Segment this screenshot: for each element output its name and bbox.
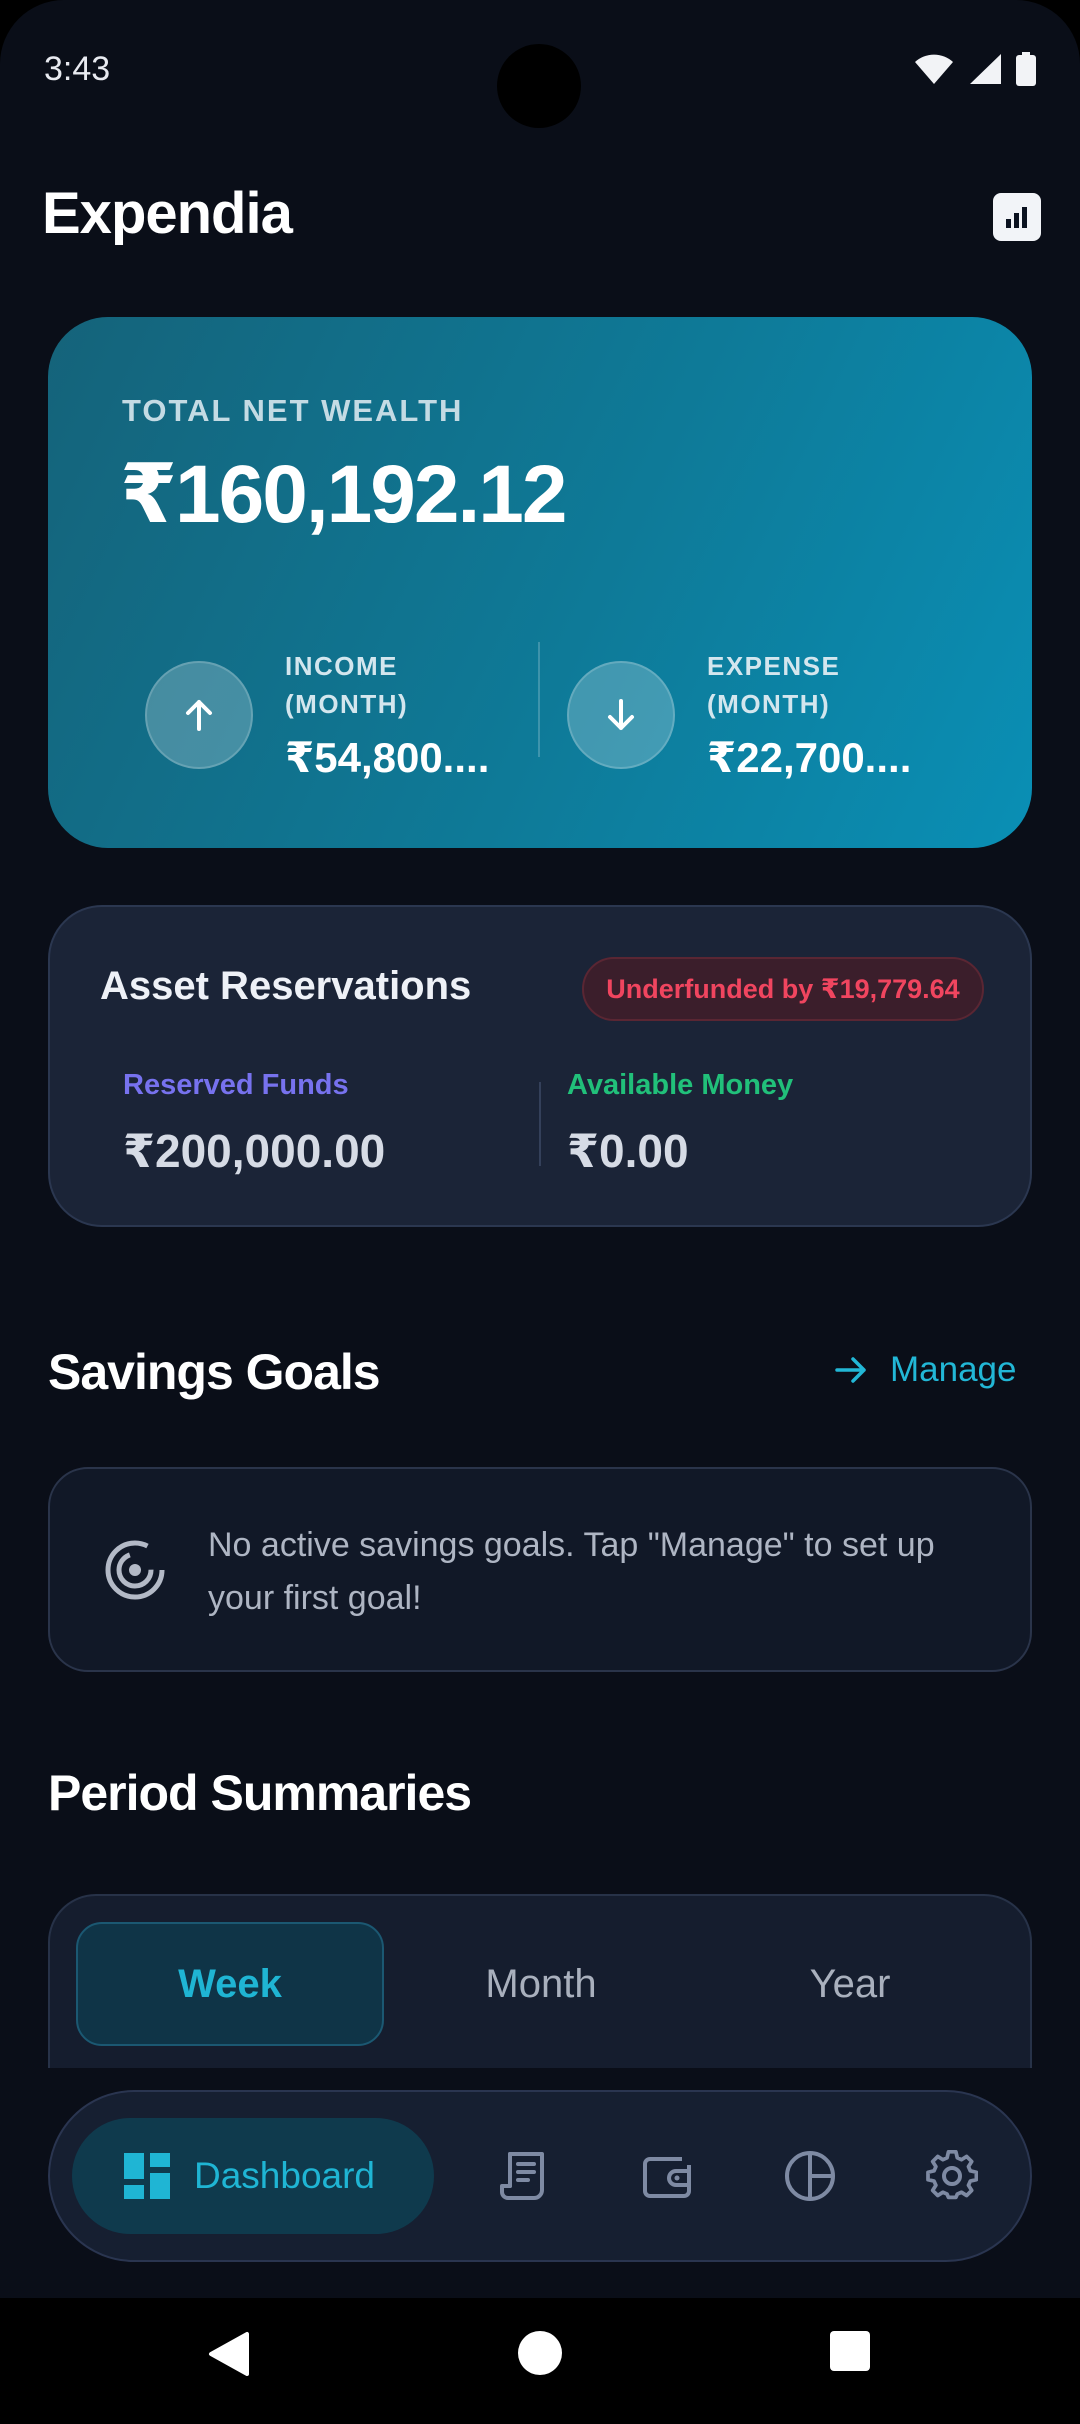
arrow-up-icon bbox=[186, 699, 212, 731]
net-wealth-card: TOTAL NET WEALTH ₹160,192.12 INCOME (MON… bbox=[48, 317, 1032, 848]
expense-badge bbox=[567, 660, 675, 769]
manage-label: Manage bbox=[890, 1350, 1017, 1389]
nav-reports[interactable] bbox=[772, 2138, 848, 2214]
reserved-funds: Reserved Funds ₹200,000.00 bbox=[123, 1069, 385, 1178]
reserved-funds-label: Reserved Funds bbox=[123, 1069, 349, 1101]
camera-cutout bbox=[497, 44, 581, 128]
savings-goals-title: Savings Goals bbox=[48, 1344, 381, 1400]
receipt-icon bbox=[500, 2152, 544, 2200]
settings-icon bbox=[926, 2150, 978, 2200]
recents-icon[interactable] bbox=[829, 2330, 871, 2372]
nav-dashboard[interactable]: Dashboard bbox=[72, 2118, 434, 2234]
nav-transactions[interactable] bbox=[486, 2138, 562, 2214]
underfunded-badge: Underfunded by ₹19,779.64 bbox=[582, 957, 984, 1021]
status-time: 3:43 bbox=[44, 50, 111, 88]
savings-goals-empty-state: No active savings goals. Tap "Manage" to… bbox=[48, 1467, 1032, 1672]
available-money-value: ₹0.00 bbox=[567, 1125, 689, 1177]
wealth-divider bbox=[538, 642, 540, 757]
nav-settings[interactable] bbox=[914, 2138, 990, 2214]
net-wealth-value: ₹160,192.12 bbox=[120, 449, 567, 540]
net-wealth-label: TOTAL NET WEALTH bbox=[122, 393, 464, 428]
available-money-label: Available Money bbox=[567, 1069, 794, 1101]
income-badge bbox=[145, 660, 253, 769]
back-icon[interactable] bbox=[207, 2330, 251, 2378]
asset-divider bbox=[539, 1082, 541, 1166]
dashboard-icon bbox=[124, 2153, 170, 2199]
target-icon bbox=[105, 1540, 165, 1600]
income-summary: INCOME (MONTH) ₹54,800.... bbox=[145, 647, 489, 782]
app-title: Expendia bbox=[42, 181, 293, 246]
asset-reservations-title: Asset Reservations bbox=[100, 964, 472, 1008]
bar-chart-icon bbox=[1006, 207, 1027, 228]
tab-month[interactable]: Month bbox=[387, 1922, 695, 2046]
signal-icon bbox=[970, 54, 1001, 84]
nav-dashboard-label: Dashboard bbox=[194, 2155, 376, 2196]
savings-goals-empty-message: No active savings goals. Tap "Manage" to… bbox=[208, 1526, 935, 1617]
battery-icon bbox=[1016, 52, 1036, 86]
bottom-navigation: Dashboard bbox=[48, 2090, 1032, 2262]
period-summaries-title: Period Summaries bbox=[48, 1765, 472, 1821]
available-money: Available Money ₹0.00 bbox=[567, 1069, 793, 1178]
income-amount: ₹54,800.... bbox=[285, 734, 490, 781]
arrow-right-icon bbox=[835, 1357, 866, 1383]
app-screen: 3:43 Expendia TOTAL NET WEALTH ₹160,192.… bbox=[0, 0, 1080, 2424]
nav-wallet[interactable] bbox=[629, 2138, 705, 2214]
tab-year[interactable]: Year bbox=[696, 1922, 1004, 2046]
expense-amount: ₹22,700.... bbox=[707, 734, 912, 781]
status-icons bbox=[914, 52, 1036, 86]
wifi-icon bbox=[915, 54, 953, 84]
income-label: INCOME (MONTH) bbox=[285, 651, 409, 719]
system-navigation-bar bbox=[0, 2298, 1080, 2424]
reserved-funds-value: ₹200,000.00 bbox=[123, 1125, 386, 1177]
expense-summary: EXPENSE (MONTH) ₹22,700.... bbox=[567, 647, 911, 782]
asset-reservations-card[interactable]: Asset Reservations Underfunded by ₹19,77… bbox=[48, 905, 1032, 1227]
expense-label: EXPENSE (MONTH) bbox=[707, 651, 841, 719]
analytics-button[interactable] bbox=[993, 193, 1041, 241]
pie-chart-icon bbox=[785, 2151, 835, 2201]
arrow-down-icon bbox=[608, 698, 634, 730]
wallet-icon bbox=[643, 2157, 691, 2198]
tab-week[interactable]: Week bbox=[76, 1922, 384, 2046]
home-icon[interactable] bbox=[517, 2330, 563, 2376]
manage-goals-link[interactable]: Manage bbox=[834, 1350, 1016, 1390]
